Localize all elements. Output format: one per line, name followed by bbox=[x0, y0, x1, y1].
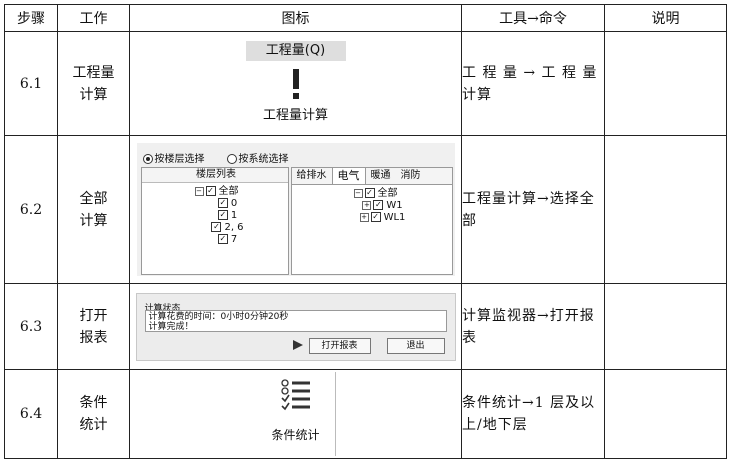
exit-button[interactable]: 退出 bbox=[386, 337, 445, 354]
checkbox-checked-icon[interactable]: ✓ bbox=[211, 222, 222, 232]
checkbox-checked-icon[interactable]: ✓ bbox=[364, 188, 375, 198]
condition-stat-figure: 条件统计 bbox=[258, 372, 336, 456]
step-cell: 6.3 bbox=[4, 283, 58, 370]
quantity-calc-button[interactable]: 工程量计算 bbox=[241, 105, 351, 127]
work-cell: 全部 计算 bbox=[57, 135, 130, 284]
note-cell bbox=[604, 283, 727, 370]
icon-cell: 条件统计 bbox=[129, 369, 462, 459]
work-line: 全部 bbox=[79, 190, 108, 207]
work-line: 计算 bbox=[79, 212, 108, 229]
work-line: 统计 bbox=[79, 417, 108, 433]
tree-node-system[interactable]: + ✓ WL1 bbox=[292, 212, 452, 224]
exclamation-icon bbox=[292, 68, 299, 89]
tab-hvac[interactable]: 暖通 bbox=[366, 168, 396, 184]
table-row: 6.2 全部 计算 按楼层选择 按系统选择 楼层列表 − ✓ 全部 ✓ 0 ✓ … bbox=[4, 135, 727, 284]
tool-cell: 工 程 量 → 工 程 量 计算 bbox=[461, 31, 605, 136]
header-step: 步骤 bbox=[4, 4, 58, 32]
tree-node-floor[interactable]: ✓ 0 bbox=[142, 198, 288, 210]
status-line: 计算花费的时间：0小时0分钟20秒 bbox=[148, 311, 289, 322]
tree-node-root[interactable]: − ✓ 全部 bbox=[292, 188, 452, 200]
work-line: 打开 bbox=[79, 307, 108, 324]
work-line: 条件 bbox=[79, 395, 108, 411]
table-row: 6.4 条件 统计 条件统计 条件统计→1 层及以上/地下层 bbox=[4, 369, 727, 459]
floor-tree: − ✓ 全部 ✓ 0 ✓ 1 ✓ 2, 6 ✓ 7 bbox=[142, 183, 288, 246]
work-line: 报表 bbox=[79, 329, 108, 346]
icon-cell: 按楼层选择 按系统选择 楼层列表 − ✓ 全部 ✓ 0 ✓ 1 ✓ 2, 6 ✓… bbox=[129, 135, 462, 284]
tool-cell: 工程量计算→选择全部 bbox=[461, 135, 605, 284]
checkbox-checked-icon[interactable]: ✓ bbox=[217, 234, 228, 244]
system-tabs: 给排水 电气 暖通 消防 bbox=[291, 168, 452, 185]
tool-cell: 条件统计→1 层及以上/地下层 bbox=[461, 369, 605, 459]
collapse-icon[interactable]: − bbox=[194, 186, 204, 196]
checkbox-checked-icon[interactable]: ✓ bbox=[370, 212, 381, 222]
quantity-calc-figure: 工程量(Q) 工程量计算 bbox=[241, 39, 351, 129]
checkbox-checked-icon[interactable]: ✓ bbox=[373, 200, 384, 210]
collapse-icon[interactable]: − bbox=[353, 188, 363, 198]
floor-list-title: 楼层列表 bbox=[141, 168, 288, 183]
tab-electrical[interactable]: 电气 bbox=[331, 168, 366, 184]
floor-list-panel: 楼层列表 − ✓ 全部 ✓ 0 ✓ 1 ✓ 2, 6 ✓ 7 bbox=[140, 167, 289, 275]
open-report-button[interactable]: 打开报表 bbox=[308, 337, 371, 354]
checkbox-checked-icon[interactable]: ✓ bbox=[205, 186, 216, 196]
select-all-dialog: 按楼层选择 按系统选择 楼层列表 − ✓ 全部 ✓ 0 ✓ 1 ✓ 2, 6 ✓… bbox=[136, 143, 455, 276]
calc-status-box: 计算花费的时间：0小时0分钟20秒 计算完成！ bbox=[144, 309, 447, 332]
note-cell bbox=[604, 369, 727, 459]
system-panel: 给排水 电气 暖通 消防 − ✓ 全部 + ✓ W1 + ✓ WL1 bbox=[290, 167, 453, 275]
tab-fire[interactable]: 消防 bbox=[396, 168, 426, 184]
work-line: 工程量 bbox=[72, 64, 115, 81]
divider bbox=[334, 372, 336, 456]
icon-cell: 工程量(Q) 工程量计算 bbox=[129, 31, 462, 136]
header-row: 步骤 工作 图标 工具→命令 说明 bbox=[4, 4, 727, 32]
tree-node-system[interactable]: + ✓ W1 bbox=[292, 200, 452, 212]
work-cell: 条件 统计 bbox=[57, 369, 130, 459]
radio-unchecked-icon bbox=[226, 154, 237, 164]
step-cell: 6.4 bbox=[4, 369, 58, 459]
system-tree: − ✓ 全部 + ✓ W1 + ✓ WL1 bbox=[292, 185, 452, 224]
status-line: 计算完成！ bbox=[148, 321, 194, 332]
expand-icon[interactable]: + bbox=[362, 200, 372, 210]
icon-cell: 计算状态 计算花费的时间：0小时0分钟20秒 计算完成！ 打开报表 退出 bbox=[129, 283, 462, 370]
work-cell: 打开 报表 bbox=[57, 283, 130, 370]
step-cell: 6.1 bbox=[4, 31, 58, 136]
steps-table: 步骤 工作 图标 工具→命令 说明 6.1 工程量 计算 工程量(Q) 工程量计… bbox=[4, 4, 727, 459]
calc-monitor-dialog: 计算状态 计算花费的时间：0小时0分钟20秒 计算完成！ 打开报表 退出 bbox=[135, 292, 456, 361]
table-row: 6.3 打开 报表 计算状态 计算花费的时间：0小时0分钟20秒 计算完成！ 打… bbox=[4, 283, 727, 370]
step-cell: 6.2 bbox=[4, 135, 58, 284]
checkbox-checked-icon[interactable]: ✓ bbox=[217, 210, 228, 220]
table-row: 6.1 工程量 计算 工程量(Q) 工程量计算 工 程 量 → 工 程 量 计算 bbox=[4, 31, 727, 136]
work-cell: 工程量 计算 bbox=[57, 31, 130, 136]
condition-stat-button[interactable]: 条件统计 bbox=[258, 424, 334, 446]
tree-node-root[interactable]: − ✓ 全部 bbox=[142, 186, 288, 198]
tree-node-floor[interactable]: ✓ 7 bbox=[142, 234, 288, 246]
arrow-right-icon bbox=[292, 339, 303, 350]
tree-node-floor[interactable]: ✓ 1 bbox=[142, 210, 288, 222]
tree-node-floor[interactable]: ✓ 2, 6 bbox=[142, 222, 288, 234]
header-note: 说明 bbox=[604, 4, 727, 32]
header-work: 工作 bbox=[57, 4, 130, 32]
checkbox-checked-icon[interactable]: ✓ bbox=[217, 198, 228, 208]
ribbon-tab-title[interactable]: 工程量(Q) bbox=[245, 40, 346, 61]
tool-cell: 计算监视器→打开报表 bbox=[461, 283, 605, 370]
note-cell bbox=[604, 31, 727, 136]
expand-icon[interactable]: + bbox=[359, 212, 369, 222]
tab-plumbing[interactable]: 给排水 bbox=[292, 168, 332, 184]
header-icon: 图标 bbox=[129, 4, 462, 32]
radio-checked-icon bbox=[142, 154, 153, 164]
header-tool: 工具→命令 bbox=[461, 4, 605, 32]
exclamation-dot bbox=[292, 92, 299, 99]
checklist-icon bbox=[280, 379, 310, 411]
note-cell bbox=[604, 135, 727, 284]
work-line: 计算 bbox=[79, 86, 108, 103]
